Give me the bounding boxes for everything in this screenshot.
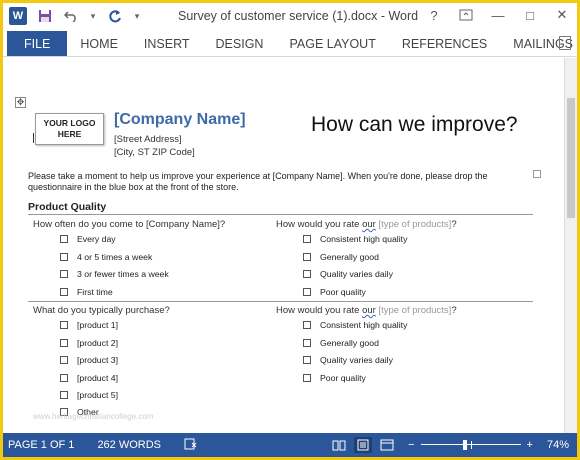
option-poor-quality[interactable]: Poor quality	[303, 287, 366, 297]
checkbox[interactable]	[303, 321, 311, 329]
help-icon[interactable]: ?	[425, 7, 443, 23]
zoom-slider[interactable]	[420, 437, 521, 453]
word-window: W ▾ ▾ Survey of customer service (1).doc…	[0, 0, 580, 460]
checkbox[interactable]	[303, 356, 311, 364]
window-title: Survey of customer service (1).docx - Wo…	[178, 9, 419, 23]
minimize-button[interactable]: —	[489, 7, 507, 23]
zoom-out-button[interactable]: −	[408, 439, 414, 451]
option-consistent-high-2[interactable]: Consistent high quality	[303, 320, 407, 330]
section-divider	[28, 214, 533, 215]
intro-paragraph: Please take a moment to help us improve …	[28, 171, 488, 192]
option-poor-quality-2[interactable]: Poor quality	[303, 373, 366, 383]
vertical-scrollbar[interactable]	[564, 58, 577, 433]
view-zoom-controls: − + 74%	[330, 433, 569, 457]
table-move-handle-icon[interactable]: ✥	[15, 97, 26, 108]
maximize-button[interactable]: □	[521, 7, 539, 23]
question-purchase: What do you typically purchase?	[33, 305, 170, 316]
option-generally-good[interactable]: Generally good	[303, 252, 379, 262]
option-varies-daily[interactable]: Quality varies daily	[303, 269, 393, 279]
tab-references[interactable]: REFERENCES	[389, 31, 500, 56]
save-icon[interactable]	[37, 8, 53, 24]
tab-home[interactable]: HOME	[67, 31, 131, 56]
document-area[interactable]: ✥ YOUR LOGO HERE [Company Name] [Street …	[3, 58, 577, 433]
logo-placeholder[interactable]: YOUR LOGO HERE	[35, 113, 104, 145]
ribbon-display-icon[interactable]	[457, 7, 475, 23]
checkbox[interactable]	[60, 321, 68, 329]
checkbox[interactable]	[60, 253, 68, 261]
checkbox[interactable]	[303, 374, 311, 382]
option-varies-daily-2[interactable]: Quality varies daily	[303, 355, 393, 365]
zoom-in-button[interactable]: +	[527, 439, 533, 451]
proofing-icon[interactable]	[184, 438, 198, 453]
checkbox[interactable]	[303, 253, 311, 261]
read-mode-icon[interactable]	[330, 437, 348, 453]
chevron-down-icon[interactable]: ▾	[89, 8, 97, 24]
paragraph-checkbox[interactable]	[533, 170, 541, 178]
zoom-level[interactable]: 74%	[547, 439, 569, 451]
watermark: www.heritagechristiancollege.com	[33, 412, 154, 421]
option-generally-good-2[interactable]: Generally good	[303, 338, 379, 348]
checkbox[interactable]	[303, 339, 311, 347]
checkbox[interactable]	[60, 235, 68, 243]
question-rate-quality-2: How would you rate our [type of products…	[276, 305, 457, 316]
checkbox[interactable]	[60, 339, 68, 347]
status-bar: PAGE 1 OF 1 262 WORDS − + 74%	[3, 433, 577, 457]
company-name[interactable]: [Company Name]	[114, 111, 246, 129]
checkbox[interactable]	[60, 356, 68, 364]
ribbon-tabs: FILE HOME INSERT DESIGN PAGE LAYOUT REFE…	[3, 31, 577, 57]
word-app-icon[interactable]: W	[9, 7, 27, 25]
text-cursor	[33, 133, 34, 143]
section-title: Product Quality	[28, 201, 107, 213]
tab-design[interactable]: DESIGN	[203, 31, 277, 56]
option-every-day[interactable]: Every day	[60, 234, 116, 244]
option-product-4[interactable]: [product 4]	[60, 373, 118, 383]
option-product-5[interactable]: [product 5]	[60, 390, 118, 400]
checkbox[interactable]	[303, 270, 311, 278]
title-bar: W ▾ ▾ Survey of customer service (1).doc…	[3, 3, 577, 31]
checkbox[interactable]	[60, 288, 68, 296]
city-state-zip[interactable]: [City, ST ZIP Code]	[114, 147, 195, 158]
question-rate-quality: How would you rate our [type of products…	[276, 219, 457, 230]
row-divider	[28, 301, 533, 302]
option-first-time[interactable]: First time	[60, 287, 113, 297]
option-3-or-fewer[interactable]: 3 or fewer times a week	[60, 269, 169, 279]
web-layout-icon[interactable]	[378, 437, 396, 453]
tab-page-layout[interactable]: PAGE LAYOUT	[276, 31, 388, 56]
checkbox[interactable]	[303, 288, 311, 296]
word-count[interactable]: 262 WORDS	[97, 439, 161, 451]
checkbox[interactable]	[60, 391, 68, 399]
checkbox[interactable]	[60, 374, 68, 382]
checkbox[interactable]	[303, 235, 311, 243]
checkbox[interactable]	[60, 270, 68, 278]
question-frequency: How often do you come to [Company Name]?	[33, 219, 226, 230]
redo-icon[interactable]	[107, 8, 123, 24]
option-consistent-high[interactable]: Consistent high quality	[303, 234, 407, 244]
print-layout-icon[interactable]	[354, 437, 373, 453]
page-count[interactable]: PAGE 1 OF 1	[8, 439, 74, 451]
tab-file[interactable]: FILE	[7, 31, 68, 56]
street-address[interactable]: [Street Address]	[114, 134, 182, 145]
page-title: How can we improve?	[311, 113, 518, 136]
ribbon-scroll-icon[interactable]	[559, 36, 571, 50]
tab-insert[interactable]: INSERT	[131, 31, 203, 56]
window-controls: ? — □ ✕	[425, 7, 571, 23]
customize-toolbar-icon[interactable]: ▾	[133, 8, 141, 24]
option-4-5-times[interactable]: 4 or 5 times a week	[60, 252, 152, 262]
zoom-slider-thumb[interactable]	[462, 440, 467, 450]
close-button[interactable]: ✕	[553, 7, 571, 23]
option-product-2[interactable]: [product 2]	[60, 338, 118, 348]
option-product-1[interactable]: [product 1]	[60, 320, 118, 330]
option-product-3[interactable]: [product 3]	[60, 355, 118, 365]
scrollbar-thumb[interactable]	[567, 98, 575, 218]
undo-icon[interactable]	[63, 8, 79, 24]
quick-access-toolbar: W ▾ ▾	[9, 7, 141, 25]
